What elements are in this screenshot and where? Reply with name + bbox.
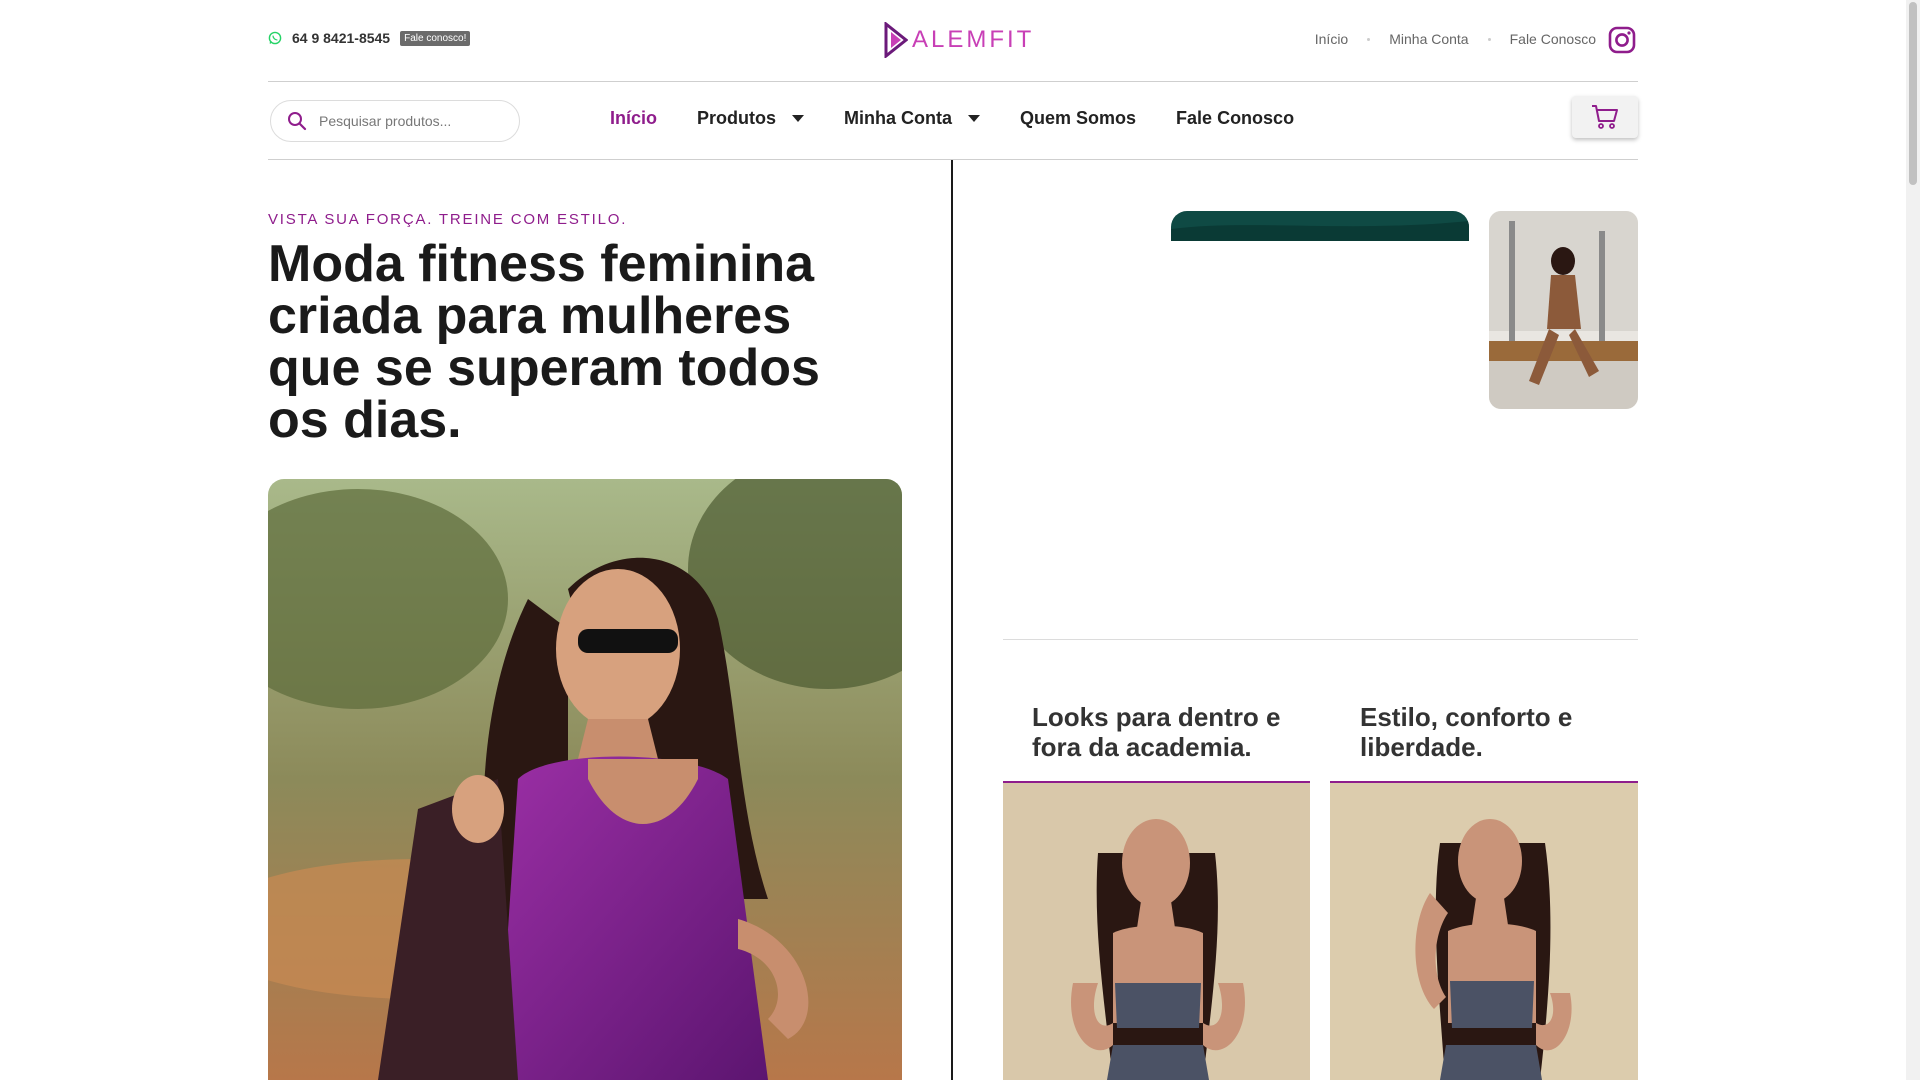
search-box[interactable] bbox=[270, 100, 520, 142]
scrollbar[interactable] bbox=[1906, 0, 1920, 1080]
top-links: Início Minha Conta Fale Conosco bbox=[1315, 31, 1596, 47]
search-icon[interactable] bbox=[287, 111, 307, 131]
phone-contact[interactable]: 64 9 8421-8545 Fale conosco! bbox=[268, 30, 471, 46]
top-link-inicio[interactable]: Início bbox=[1315, 31, 1348, 47]
whatsapp-icon bbox=[268, 31, 282, 45]
nav-label: Fale Conosco bbox=[1176, 108, 1295, 128]
logo-text: ALEMFIT bbox=[912, 26, 1035, 53]
chevron-down-icon bbox=[968, 115, 981, 122]
cart-icon bbox=[1592, 105, 1618, 129]
chevron-down-icon bbox=[792, 115, 805, 122]
top-bar: 64 9 8421-8545 Fale conosco! ALEMFIT Iní… bbox=[0, 0, 1906, 82]
card-title: Looks para dentro e fora da academia. bbox=[1032, 702, 1281, 762]
nav-label: Minha Conta bbox=[844, 108, 953, 128]
contact-badge[interactable]: Fale conosco! bbox=[400, 30, 471, 46]
hero-tagline: VISTA SUA FORÇA. TREINE COM ESTILO. bbox=[268, 211, 628, 228]
logo-mark-icon bbox=[884, 22, 908, 58]
nav-label: Início bbox=[610, 108, 658, 128]
card-title: Estilo, conforto e liberdade. bbox=[1360, 702, 1573, 762]
phone-number[interactable]: 64 9 8421-8545 bbox=[292, 30, 390, 46]
hero-title: Moda fitness feminina criada para mulher… bbox=[268, 235, 820, 449]
product-image-green bbox=[1171, 211, 1469, 241]
hero-image bbox=[268, 479, 902, 1080]
nav-label: Produtos bbox=[697, 108, 777, 128]
nav-label: Quem Somos bbox=[1020, 108, 1137, 128]
card-image[interactable] bbox=[1003, 783, 1310, 1080]
top-link-fale-conosco[interactable]: Fale Conosco bbox=[1510, 31, 1596, 47]
cart-button[interactable] bbox=[1572, 96, 1638, 138]
top-link-minha-conta[interactable]: Minha Conta bbox=[1389, 31, 1468, 47]
nav-fale-conosco[interactable]: Fale Conosco bbox=[1176, 108, 1294, 129]
header-divider bbox=[268, 81, 1638, 82]
scrollbar-thumb[interactable] bbox=[1909, 2, 1917, 185]
instagram-icon[interactable] bbox=[1608, 26, 1636, 54]
divider bbox=[1367, 37, 1371, 41]
brand-logo[interactable]: ALEMFIT bbox=[884, 22, 1034, 58]
nav-produtos[interactable]: Produtos bbox=[697, 108, 805, 129]
main-nav: Início Produtos Minha Conta Quem Somos F… bbox=[610, 108, 1334, 129]
divider bbox=[1487, 37, 1491, 41]
search-input[interactable] bbox=[319, 113, 499, 129]
nav-inicio[interactable]: Início bbox=[610, 108, 657, 129]
section-divider bbox=[1003, 639, 1638, 640]
column-divider bbox=[951, 160, 953, 1080]
nav-minha-conta[interactable]: Minha Conta bbox=[844, 108, 981, 129]
card-image[interactable] bbox=[1330, 783, 1638, 1080]
nav-divider bbox=[268, 159, 1638, 160]
product-image-studio bbox=[1489, 211, 1638, 409]
nav-quem-somos[interactable]: Quem Somos bbox=[1020, 108, 1136, 129]
